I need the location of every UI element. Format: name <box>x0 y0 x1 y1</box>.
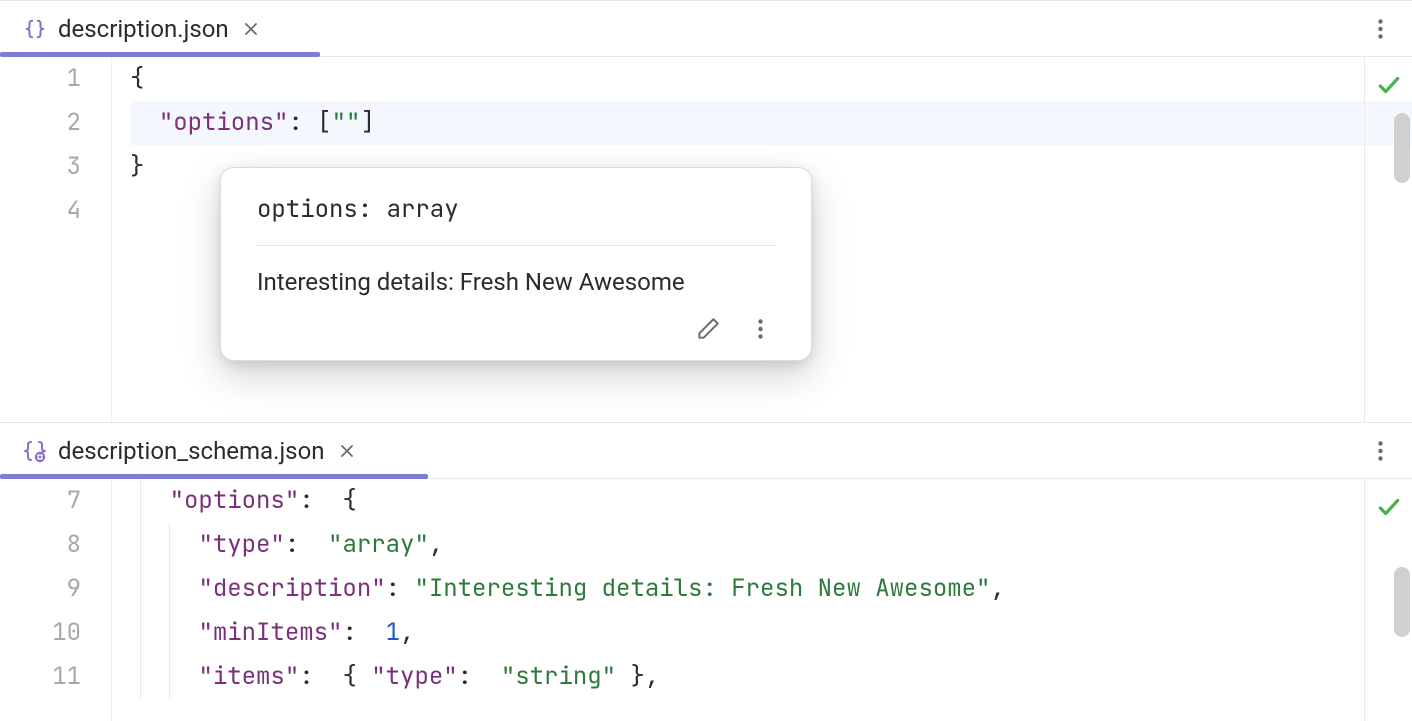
code-line[interactable]: { <box>130 57 1412 101</box>
popup-description: Interesting details: Fresh New Awesome <box>257 246 775 296</box>
scrollbar-thumb[interactable] <box>1394 113 1410 183</box>
inspection-rail <box>1364 57 1412 423</box>
line-number: 1 <box>0 57 81 101</box>
popup-actions <box>257 296 775 344</box>
tab-label: description.json <box>58 15 229 43</box>
edit-icon[interactable] <box>693 314 723 344</box>
line-number: 11 <box>0 655 81 699</box>
close-icon[interactable] <box>239 17 263 41</box>
scrollbar-thumb[interactable] <box>1394 567 1410 637</box>
json-schema-file-icon <box>22 438 48 464</box>
line-number: 4 <box>0 189 81 233</box>
code-line[interactable]: "options": [""] <box>130 101 1412 145</box>
editor-pane-description: description.json 1 2 3 4 { "options": ["… <box>0 0 1412 422</box>
line-number: 3 <box>0 145 81 189</box>
tab-bar: description_schema.json <box>0 423 1412 479</box>
check-icon <box>1376 491 1402 535</box>
tab-options-menu[interactable] <box>1366 437 1394 465</box>
json-file-icon <box>22 16 48 42</box>
close-icon[interactable] <box>335 439 359 463</box>
line-number-gutter: 7 8 9 10 11 <box>0 479 112 721</box>
editor[interactable]: 7 8 9 10 11 "options": { "type": "array"… <box>0 479 1412 721</box>
more-icon[interactable] <box>745 314 775 344</box>
code-line[interactable]: "minItems": 1, <box>112 611 1412 655</box>
code-line[interactable]: "options": { <box>112 479 1412 523</box>
line-number: 8 <box>0 523 81 567</box>
line-number-gutter: 1 2 3 4 <box>0 57 112 423</box>
line-number: 10 <box>0 611 81 655</box>
line-number: 2 <box>0 101 81 145</box>
line-number: 9 <box>0 567 81 611</box>
quick-doc-popup: options: array Interesting details: Fres… <box>220 167 812 361</box>
check-icon <box>1376 69 1402 113</box>
tab-bar: description.json <box>0 1 1412 57</box>
tab-description-json[interactable]: description.json <box>0 1 281 56</box>
code-line[interactable]: "type": "array", <box>112 523 1412 567</box>
popup-signature: options: array <box>257 194 775 246</box>
code-line[interactable]: "description": "Interesting details: Fre… <box>112 567 1412 611</box>
line-number: 7 <box>0 479 81 523</box>
code-area[interactable]: "options": { "type": "array", "descripti… <box>112 479 1412 721</box>
code-line[interactable]: "items": { "type": "string" }, <box>112 655 1412 699</box>
tab-label: description_schema.json <box>58 437 325 465</box>
tab-description-schema-json[interactable]: description_schema.json <box>0 423 377 478</box>
editor-pane-schema: description_schema.json 7 8 9 10 11 "opt… <box>0 422 1412 720</box>
tab-options-menu[interactable] <box>1366 15 1394 43</box>
